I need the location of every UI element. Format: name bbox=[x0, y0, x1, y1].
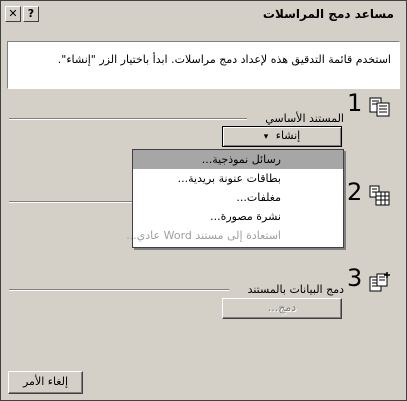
step-2-separator bbox=[9, 201, 133, 203]
dialog-title: مساعد دمج المراسلات bbox=[262, 7, 394, 21]
instructions-text: استخدم قائمة التدقيق هذه لإعداد دمج مراس… bbox=[57, 53, 391, 66]
step-1-separator bbox=[9, 118, 247, 120]
create-button-label: إنشاء bbox=[275, 129, 301, 142]
chevron-down-icon: ▾ bbox=[263, 132, 269, 142]
mail-merge-helper-dialog: ✕ ? مساعد دمج المراسلات استخدم قائمة الت… bbox=[0, 0, 407, 401]
step-1-label: المستند الأساسي bbox=[265, 112, 344, 125]
instructions-box: استخدم قائمة التدقيق هذه لإعداد دمج مراس… bbox=[7, 41, 400, 89]
step-3-separator bbox=[9, 289, 229, 291]
close-button[interactable]: ✕ bbox=[5, 6, 21, 22]
step-1-number: 1 bbox=[347, 89, 363, 117]
step-3-number: 3 bbox=[347, 264, 363, 292]
create-dropdown-menu: رسائل نموذجية... بطاقات عنونة بريدية... … bbox=[126, 149, 344, 248]
main-document-icon bbox=[369, 96, 391, 118]
step-3-label: دمج البيانات بالمستند bbox=[247, 283, 344, 296]
create-button[interactable]: إنشاء ▾ bbox=[222, 126, 342, 147]
merge-icon bbox=[369, 271, 391, 293]
menu-item-catalog[interactable]: نشرة مصورة... bbox=[133, 207, 343, 226]
help-button[interactable]: ? bbox=[23, 6, 39, 22]
data-source-icon bbox=[369, 185, 391, 207]
title-bar: ✕ ? مساعد دمج المراسلات bbox=[1, 1, 406, 28]
menu-item-form-letters[interactable]: رسائل نموذجية... bbox=[133, 150, 343, 169]
step-2-number: 2 bbox=[347, 178, 363, 206]
menu-item-mailing-labels[interactable]: بطاقات عنونة بريدية... bbox=[133, 169, 343, 188]
cancel-button[interactable]: إلغاء الأمر bbox=[8, 371, 83, 394]
menu-item-envelopes[interactable]: مغلفات... bbox=[133, 188, 343, 207]
menu-item-restore-normal-document[interactable]: استعادة إلى مستند Word عادي... bbox=[126, 226, 343, 245]
merge-button[interactable]: دمج... bbox=[222, 298, 342, 319]
